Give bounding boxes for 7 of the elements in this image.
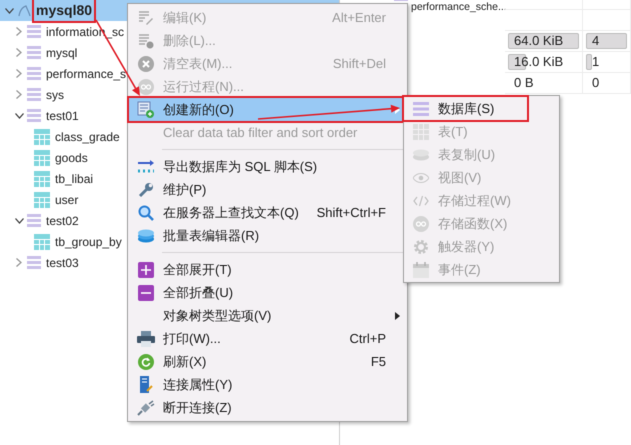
object-name: performance_sche...: [411, 0, 507, 12]
table-cell: 0: [583, 73, 631, 93]
table-cell: 16.0 KiB: [505, 52, 583, 72]
table-cell: 4: [583, 31, 631, 51]
table-cell: 64.0 KiB: [505, 31, 583, 51]
table-cell: 0 B: [505, 73, 583, 93]
table-cell: 1: [583, 52, 631, 72]
